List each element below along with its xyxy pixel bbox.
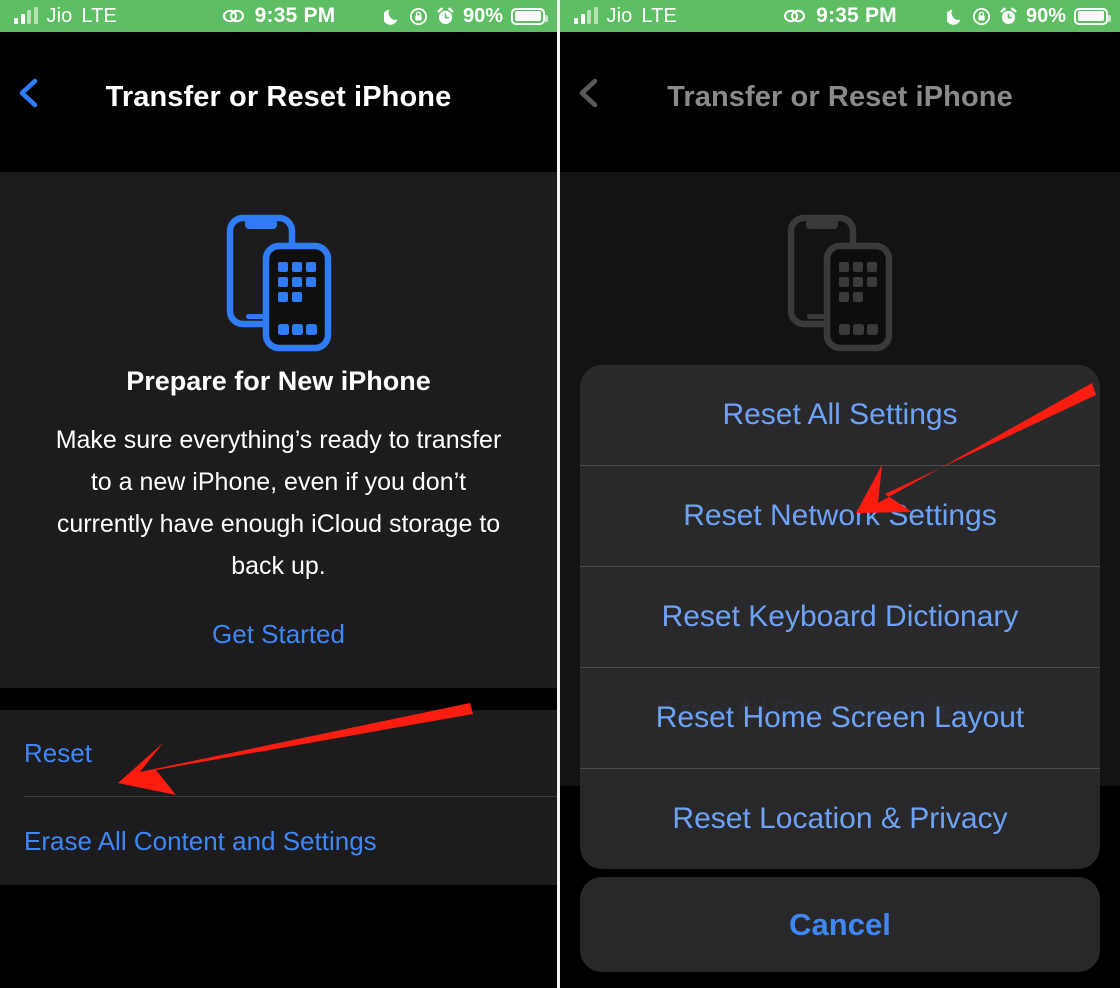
row-reset[interactable]: Reset — [0, 710, 557, 796]
moon-icon — [946, 9, 961, 25]
nav-bar-right: Transfer or Reset iPhone — [560, 32, 1120, 172]
alarm-icon — [437, 7, 454, 24]
link-icon — [784, 9, 806, 23]
sheet-item-reset-home-screen-layout[interactable]: Reset Home Screen Layout — [580, 668, 1100, 768]
screenshot-stage: Jio LTE 9:35 PM 90% Transfer or Reset iP… — [0, 0, 1120, 988]
signal-bars-icon — [574, 7, 598, 24]
status-bar-left-group: Jio LTE — [560, 5, 677, 28]
prepare-for-new-iphone-card: Prepare for New iPhone Make sure everyth… — [0, 172, 557, 688]
battery-icon — [1074, 7, 1111, 25]
link-icon — [222, 9, 244, 23]
network-type-label: LTE — [81, 4, 117, 27]
cancel-button[interactable]: Cancel — [580, 877, 1100, 972]
get-started-button[interactable]: Get Started — [0, 587, 557, 654]
carrier-label: Jio — [46, 4, 73, 27]
row-erase-all-content[interactable]: Erase All Content and Settings — [0, 797, 557, 885]
page-title: Transfer or Reset iPhone — [667, 81, 1013, 113]
right-phone-screen: Jio LTE 9:35 PM 90% Transfer or Reset iP… — [560, 0, 1120, 988]
hero-title: Prepare for New iPhone — [126, 366, 431, 396]
sheet-item-reset-all-settings[interactable]: Reset All Settings — [580, 365, 1100, 465]
clock-label: 9:35 PM — [816, 4, 897, 27]
rotation-lock-icon — [972, 7, 990, 25]
nav-bar-left: Transfer or Reset iPhone — [0, 32, 557, 172]
section-gap — [0, 688, 557, 710]
two-iphones-icon — [0, 202, 557, 352]
network-type-label: LTE — [641, 4, 677, 27]
left-phone-screen: Jio LTE 9:35 PM 90% Transfer or Reset iP… — [0, 0, 557, 988]
action-sheet-options-group: Reset All Settings Reset Network Setting… — [580, 365, 1100, 869]
reset-action-sheet: Reset All Settings Reset Network Setting… — [580, 365, 1100, 972]
rotation-lock-icon — [409, 7, 427, 25]
alarm-icon — [1000, 7, 1017, 24]
clock-label: 9:35 PM — [254, 4, 336, 27]
two-iphones-icon — [560, 202, 1120, 352]
moon-icon — [383, 9, 398, 25]
reset-options-card: Reset Erase All Content and Settings — [0, 710, 557, 885]
sheet-item-reset-location-privacy[interactable]: Reset Location & Privacy — [580, 769, 1100, 869]
status-bar-left-group: Jio LTE — [0, 5, 117, 28]
page-title: Transfer or Reset iPhone — [105, 81, 452, 113]
sheet-item-reset-network-settings[interactable]: Reset Network Settings — [580, 466, 1100, 566]
status-bar-right-group: 90% — [946, 4, 1120, 28]
panel-divider — [557, 0, 560, 988]
carrier-label: Jio — [606, 4, 633, 27]
status-bar-right-group: 90% — [383, 4, 557, 28]
status-bar-left: Jio LTE 9:35 PM 90% — [0, 0, 557, 32]
signal-bars-icon — [14, 7, 38, 24]
battery-percent-label: 90% — [1025, 4, 1066, 27]
status-bar-right: Jio LTE 9:35 PM 90% — [560, 0, 1120, 32]
battery-icon — [511, 7, 548, 25]
hero-description: Make sure everything’s ready to transfer… — [55, 426, 502, 580]
sheet-item-reset-keyboard-dictionary[interactable]: Reset Keyboard Dictionary — [580, 567, 1100, 667]
battery-percent-label: 90% — [462, 4, 503, 27]
